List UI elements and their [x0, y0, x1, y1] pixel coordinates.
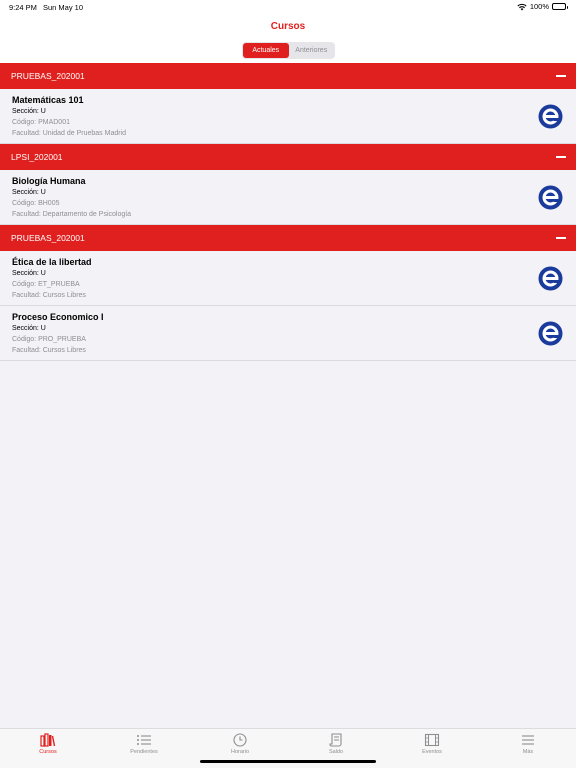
tab-cursos[interactable]: Cursos: [0, 729, 96, 768]
course-name: Biología Humana: [12, 176, 86, 186]
status-right: 100%: [517, 2, 568, 11]
receipt-icon: [329, 733, 342, 747]
status-time: 9:24 PM: [9, 3, 37, 12]
group-header[interactable]: PRUEBAS_202001: [0, 63, 576, 89]
home-indicator: [200, 760, 376, 763]
course-name: Matemáticas 101: [12, 95, 84, 105]
course-code: Código: PRO_PRUEBA: [12, 336, 86, 343]
tab-label: Cursos: [39, 749, 57, 755]
e-logo-icon: [538, 321, 563, 346]
course-row[interactable]: Matemáticas 101 Sección: U Código: PMAD0…: [0, 89, 576, 144]
tab-label: Horario: [230, 749, 250, 755]
tab-label: Más: [522, 749, 534, 755]
course-row[interactable]: Proceso Economico I Sección: U Código: P…: [0, 306, 576, 361]
e-logo-icon: [538, 266, 563, 291]
course-list: PRUEBAS_202001 Matemáticas 101 Sección: …: [0, 63, 576, 361]
clock-icon: [233, 733, 247, 747]
course-code: Código: PMAD001: [12, 119, 70, 126]
collapse-icon[interactable]: [556, 156, 566, 158]
menu-icon: [522, 735, 534, 745]
segmented-control: Actuales Anteriores: [242, 42, 335, 59]
tab-label: Pendientes: [130, 749, 158, 755]
status-bar: 9:24 PM Sun May 10 100%: [0, 0, 576, 14]
wifi-icon: [517, 3, 527, 10]
segment-actuales[interactable]: Actuales: [243, 43, 289, 58]
nav-bar: Cursos Actuales Anteriores: [0, 14, 576, 63]
course-row[interactable]: Ética de la libertad Sección: U Código: …: [0, 251, 576, 306]
tab-mas[interactable]: Más: [480, 729, 576, 768]
course-faculty: Facultad: Unidad de Pruebas Madrid: [12, 130, 127, 137]
e-logo-icon: [538, 185, 563, 210]
course-faculty: Facultad: Cursos Libres: [12, 292, 86, 299]
tab-eventos[interactable]: Eventos: [384, 729, 480, 768]
course-section: Sección: U: [12, 325, 46, 332]
course-code: Código: BH005: [12, 200, 60, 207]
group-title: PRUEBAS_202001: [11, 233, 85, 243]
course-name: Proceso Economico I: [12, 312, 104, 322]
group-title: PRUEBAS_202001: [11, 71, 85, 81]
course-row[interactable]: Biología Humana Sección: U Código: BH005…: [0, 170, 576, 225]
tab-pendientes[interactable]: Pendientes: [96, 729, 192, 768]
books-icon: [40, 733, 56, 747]
status-date: Sun May 10: [43, 3, 84, 12]
group-title: LPSI_202001: [11, 152, 63, 162]
segment-anteriores[interactable]: Anteriores: [289, 43, 335, 58]
page-title: Cursos: [270, 21, 306, 32]
battery-percent: 100%: [529, 2, 549, 11]
e-logo-icon: [538, 104, 563, 129]
group-header[interactable]: LPSI_202001: [0, 144, 576, 170]
course-faculty: Facultad: Departamento de Psicología: [12, 211, 132, 218]
course-name: Ética de la libertad: [12, 257, 92, 267]
course-section: Sección: U: [12, 108, 46, 115]
tab-label: Saldo: [328, 749, 344, 755]
collapse-icon[interactable]: [556, 237, 566, 239]
course-faculty: Facultad: Cursos Libres: [12, 347, 86, 354]
group-header[interactable]: PRUEBAS_202001: [0, 225, 576, 251]
course-section: Sección: U: [12, 189, 46, 196]
battery-icon: [552, 3, 568, 10]
course-code: Código: ET_PRUEBA: [12, 281, 80, 288]
collapse-icon[interactable]: [556, 75, 566, 77]
tab-label: Eventos: [422, 749, 442, 755]
course-section: Sección: U: [12, 270, 46, 277]
film-icon: [424, 733, 440, 747]
list-icon: [137, 735, 151, 745]
